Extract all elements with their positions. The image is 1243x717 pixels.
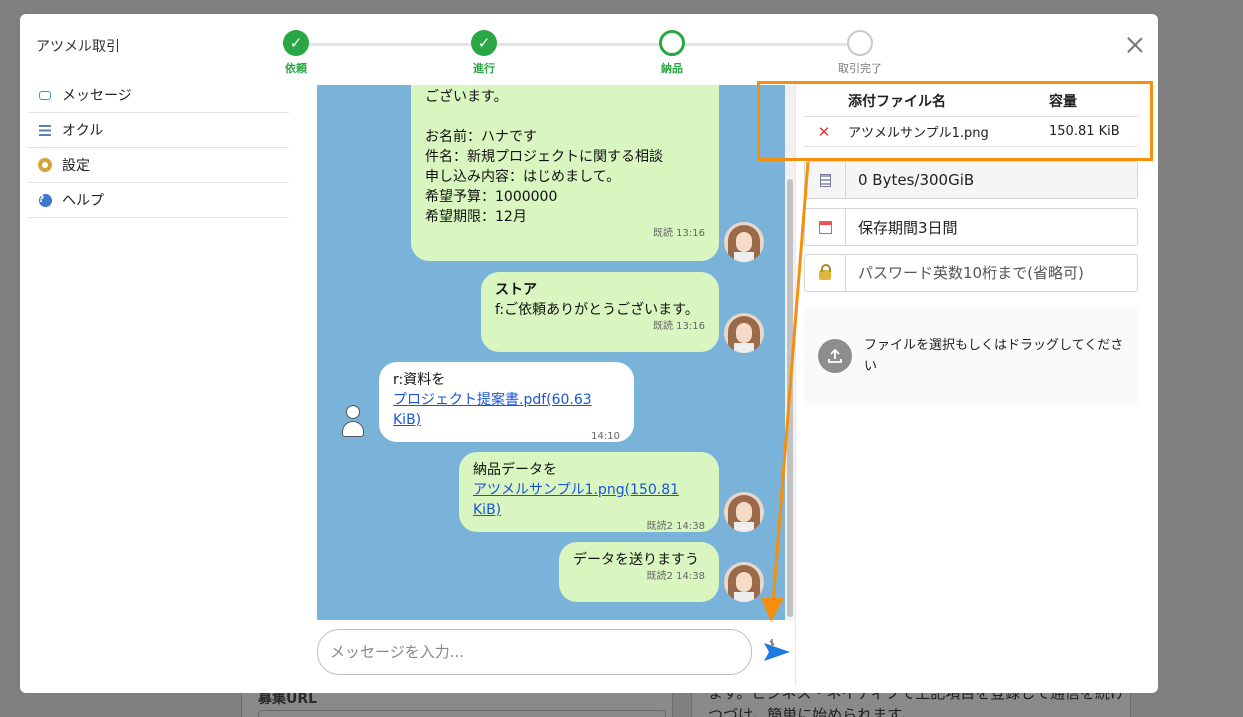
message-text: r:資料を xyxy=(393,372,446,388)
message-text: f:ご依頼ありがとうございます。 xyxy=(495,302,699,318)
check-icon: ✓ xyxy=(471,30,497,56)
upload-icon xyxy=(818,339,852,373)
annotation-highlight-box xyxy=(757,81,1153,161)
step-current-circle xyxy=(659,30,685,56)
list-icon xyxy=(38,123,52,137)
chat-scrollbar[interactable] xyxy=(785,85,795,620)
sidebar-item-label: メッセージ xyxy=(62,88,132,104)
sidebar: メッセージ オクル 設定 ? ヘルプ xyxy=(28,78,289,218)
user-icon xyxy=(341,405,365,439)
sidebar-item-label: ヘルプ xyxy=(62,193,104,209)
message-bubble: r:資料を プロジェクト提案書.pdf(60.63 KiB) 14:10 xyxy=(379,362,634,442)
step-complete: 取引完了 xyxy=(820,30,900,76)
message-text: 希望予算：1000000 xyxy=(425,189,558,205)
attachment-link[interactable]: プロジェクト提案書.pdf(60.63 KiB) xyxy=(393,390,620,430)
message-meta: 14:10 xyxy=(591,431,620,442)
message-bubble: ストア f:ご依頼ありがとうございます。 既読 13:16 xyxy=(481,272,719,352)
message-meta: 既読 13:16 xyxy=(653,228,705,239)
message-text: 申し込み内容：はじめまして。 xyxy=(425,169,621,185)
scroll-thumb[interactable] xyxy=(787,179,793,617)
message-icon xyxy=(38,88,52,102)
step-label: 進行 xyxy=(473,62,495,75)
message-sender: ストア xyxy=(495,282,537,298)
attachment-link[interactable]: アツメルサンプル1.png(150.81 KiB) xyxy=(473,480,705,520)
sidebar-item-okuru[interactable]: オクル xyxy=(28,113,289,148)
step-progress: ✓ 進行 xyxy=(444,30,524,76)
step-label: 納品 xyxy=(661,62,683,75)
retention-period: 保存期間3日間 xyxy=(858,218,958,237)
message-bubble: データを送りますう 既読2 14:38 xyxy=(559,542,719,602)
sidebar-item-label: オクル xyxy=(62,123,104,139)
message-meta: 既読2 14:38 xyxy=(646,571,705,582)
storage-usage: 0 Bytes/300GiB xyxy=(858,171,975,189)
sidebar-item-settings[interactable]: 設定 xyxy=(28,148,289,183)
message-text: ございます。 xyxy=(425,89,508,105)
calculator-icon xyxy=(805,162,846,198)
message-text: 件名：新規プロジェクトに関する相談 xyxy=(425,149,663,165)
avatar xyxy=(724,562,764,602)
calendar-icon xyxy=(805,209,846,245)
step-label: 取引完了 xyxy=(838,62,882,75)
message-meta: 既読 13:16 xyxy=(653,321,705,332)
send-icon xyxy=(764,639,790,661)
message-text: 納品データを xyxy=(473,462,557,478)
message-meta: 既読2 14:38 xyxy=(646,521,705,532)
message-bubble: ございます。 お名前：ハナです 件名：新規プロジェクトに関する相談 申し込み内容… xyxy=(411,85,719,261)
step-todo-circle xyxy=(847,30,873,56)
step-label: 依頼 xyxy=(285,62,307,75)
help-icon: ? xyxy=(38,193,52,207)
sidebar-item-label: 設定 xyxy=(62,158,90,174)
gear-icon xyxy=(38,158,52,172)
modal-title: アツメル取引 xyxy=(36,39,120,55)
step-delivery: 納品 xyxy=(632,30,712,76)
message-text: お名前：ハナです xyxy=(425,129,537,145)
check-icon: ✓ xyxy=(283,30,309,56)
retention-field: 保存期間3日間 xyxy=(804,208,1138,246)
chat-thread[interactable]: ございます。 お名前：ハナです 件名：新規プロジェクトに関する相談 申し込み内容… xyxy=(317,85,795,620)
message-bubble: 納品データを アツメルサンプル1.png(150.81 KiB) 既読2 14:… xyxy=(459,452,719,532)
step-request: ✓ 依頼 xyxy=(256,30,336,76)
avatar xyxy=(724,222,764,262)
dropzone-text: ファイルを選択もしくはドラッグしてください xyxy=(864,338,1124,374)
storage-usage-field: 0 Bytes/300GiB xyxy=(804,161,1138,199)
message-text: 希望期限：12月 xyxy=(425,209,527,225)
lock-icon xyxy=(805,255,846,291)
avatar xyxy=(724,492,764,532)
panel-divider xyxy=(795,85,796,685)
password-field[interactable] xyxy=(804,254,1138,292)
password-input[interactable] xyxy=(846,255,1136,291)
message-text: データを送りますう xyxy=(573,552,699,568)
send-button[interactable] xyxy=(760,637,794,667)
close-icon[interactable] xyxy=(1124,34,1146,56)
background-input xyxy=(258,710,666,717)
sidebar-item-help[interactable]: ? ヘルプ xyxy=(28,183,289,218)
avatar xyxy=(724,313,764,353)
sidebar-item-message[interactable]: メッセージ xyxy=(28,78,289,113)
message-input[interactable] xyxy=(317,629,752,675)
file-dropzone[interactable]: ファイルを選択もしくはドラッグしてください xyxy=(804,307,1138,405)
